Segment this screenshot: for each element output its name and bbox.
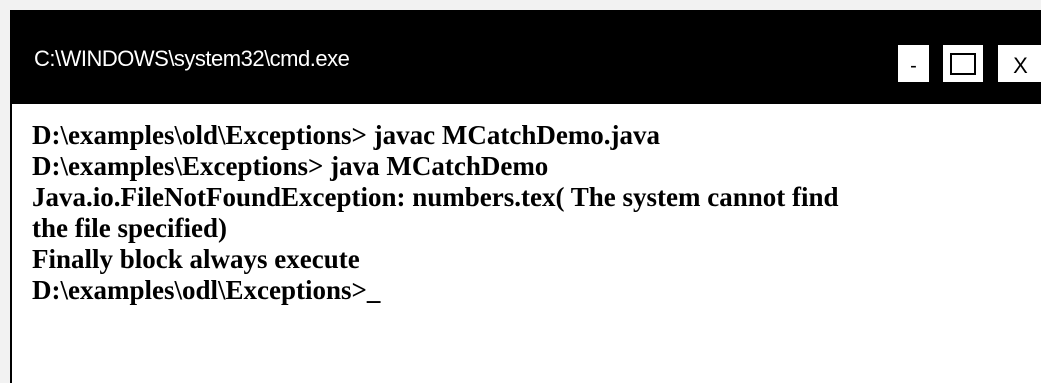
window-titlebar[interactable]: C:\WINDOWS\system32\cmd.exe - X — [12, 12, 1041, 104]
minimize-icon: - — [910, 55, 917, 77]
minimize-button[interactable]: - — [898, 45, 929, 82]
console-line: the file specified) — [32, 213, 227, 243]
close-button[interactable]: X — [998, 45, 1041, 82]
console-output[interactable]: D:\examples\old\Exceptions> javac MCatch… — [12, 104, 1041, 383]
cmd-window: C:\WINDOWS\system32\cmd.exe - X D:\examp… — [10, 10, 1041, 383]
close-icon: X — [1013, 52, 1028, 78]
window-title: C:\WINDOWS\system32\cmd.exe — [34, 46, 350, 71]
maximize-icon — [950, 52, 976, 75]
console-line: D:\examples\Exceptions> java MCatchDemo — [32, 151, 549, 181]
console-prompt-line: D:\examples\odl\Exceptions>_ — [32, 275, 381, 305]
console-line: D:\examples\old\Exceptions> javac MCatch… — [32, 120, 661, 150]
console-line: Java.io.FileNotFoundException: numbers.t… — [32, 182, 839, 212]
maximize-button[interactable] — [943, 45, 983, 82]
console-line: Finally block always execute — [32, 244, 360, 274]
